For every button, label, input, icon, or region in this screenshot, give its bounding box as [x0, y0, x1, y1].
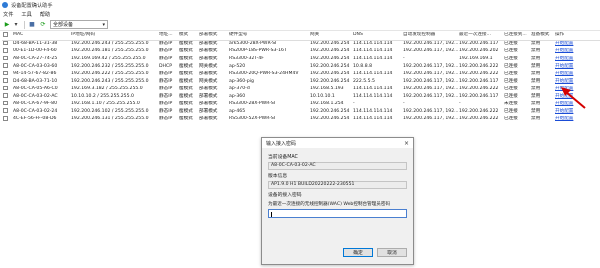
current-device-label: 当前设备MAC — [268, 155, 298, 160]
password-input[interactable] — [268, 209, 407, 218]
version-field: AP1.9.0 H1 BUILD20220222-230551 — [268, 181, 407, 189]
password-hint: 为最近一次连接的无线控制器(WAC) Web控制台管理员密码 — [268, 202, 391, 207]
password-label: 设备的接入密码 — [268, 193, 302, 198]
password-dialog: 输入接入密码 × 当前设备MAC A8-0C-CA-03-02-AC 版本信息 … — [261, 137, 414, 265]
arrow-shaft — [565, 91, 586, 109]
ok-button[interactable]: 确定 — [343, 248, 373, 257]
version-label: 版本信息 — [268, 174, 288, 179]
current-device-field: A8-0C-CA-03-02-AC — [268, 162, 407, 170]
cancel-button[interactable]: 取消 — [377, 248, 407, 257]
dialog-title: 输入接入密码 — [266, 140, 297, 147]
dialog-title-bar: 输入接入密码 × — [262, 138, 413, 148]
close-icon[interactable]: × — [404, 140, 409, 147]
